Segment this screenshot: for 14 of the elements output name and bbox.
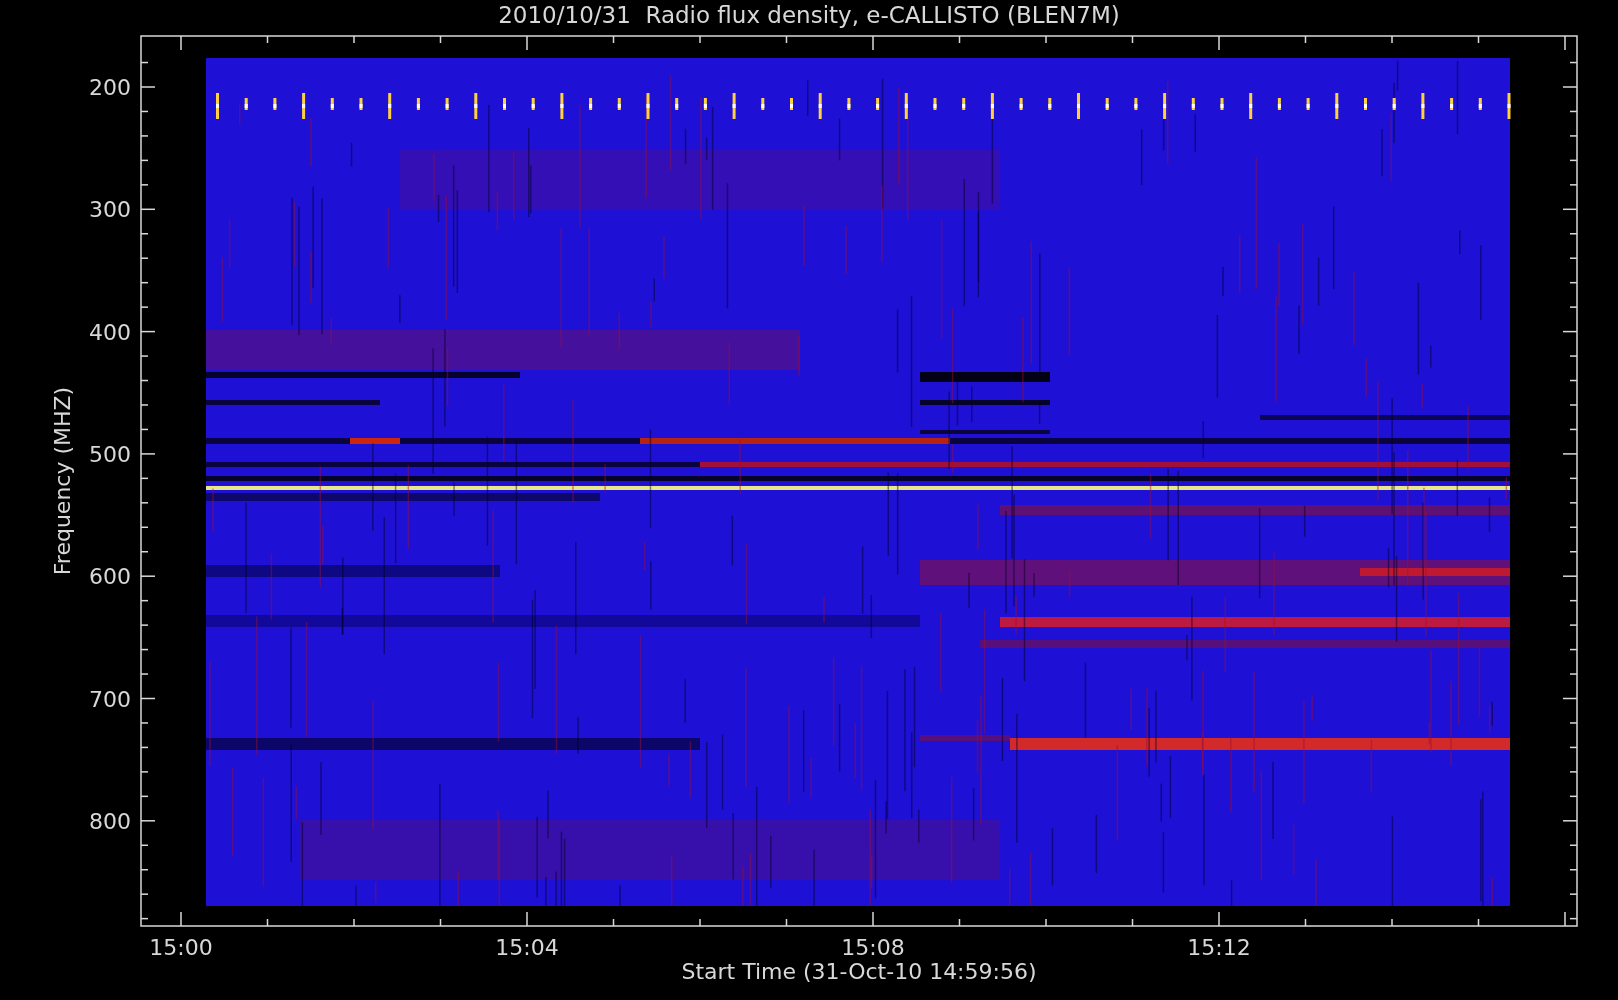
x-tick-label: 15:04 <box>495 935 559 960</box>
y-tick-label: 500 <box>89 441 131 467</box>
y-tick-label: 600 <box>89 564 131 590</box>
y-tick-label: 300 <box>89 197 131 223</box>
y-tick-label: 400 <box>89 319 131 345</box>
chart-title: 2010/10/31 Radio flux density, e-CALLISTO (BLEN7M) <box>498 1 1120 30</box>
x-axis-label: Start Time (31-Oct-10 14:59:56) <box>681 959 1037 984</box>
x-tick-label: 15:00 <box>149 935 213 960</box>
x-tick-label: 15:08 <box>841 935 905 960</box>
y-tick-label: 200 <box>89 75 131 100</box>
x-tick-label: 15:12 <box>1187 935 1251 960</box>
y-tick-label: 800 <box>89 808 131 834</box>
y-tick-label: 700 <box>89 686 131 712</box>
y-axis-label: Frequency (MHZ) <box>50 386 75 576</box>
